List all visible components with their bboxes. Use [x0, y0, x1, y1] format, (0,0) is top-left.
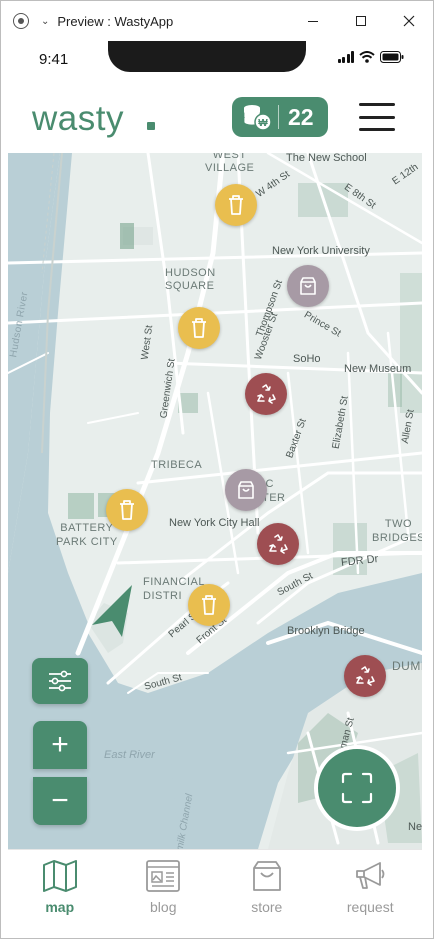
- chevron-down-icon[interactable]: ⌄: [41, 16, 49, 27]
- map-label-dumbo: DUMB: [392, 659, 422, 673]
- tab-label-map: map: [45, 899, 75, 915]
- tab-label-store: store: [251, 899, 283, 915]
- map-label-nyc-hall: New York City Hall: [169, 517, 260, 529]
- trash-icon: [202, 595, 216, 615]
- map-label-hudson-square: HUDSON SQUARE: [165, 267, 216, 292]
- map-marker-shop[interactable]: [225, 469, 267, 511]
- recycle-icon: [257, 384, 276, 404]
- map-label-ne: Ne: [408, 821, 422, 833]
- store-bag-icon: [252, 861, 281, 891]
- minus-icon: −: [51, 784, 69, 817]
- recycle-icon: [356, 666, 375, 686]
- zoom-in-button[interactable]: +: [33, 721, 87, 769]
- app-logo: wasty: [32, 99, 124, 138]
- signal-icon: [337, 51, 354, 63]
- map-marker-recycle[interactable]: [245, 373, 287, 415]
- recycle-icon: [269, 534, 288, 554]
- app-header: wasty ₩ 22: [8, 81, 422, 153]
- coin-divider: [278, 105, 279, 129]
- tab-map[interactable]: map: [8, 850, 112, 938]
- trash-icon: [192, 318, 206, 338]
- status-time: 9:41: [39, 51, 69, 68]
- wifi-icon: [359, 51, 375, 63]
- minimize-button[interactable]: [289, 1, 337, 41]
- hamburger-menu-button[interactable]: [359, 103, 395, 131]
- app-icon: [13, 13, 29, 29]
- phone-screen: 9:41 wasty ₩ 22 WEST VILLAGE The New Sch…: [8, 41, 422, 938]
- map-label-new-school: The New School: [286, 153, 367, 164]
- scan-button[interactable]: [314, 745, 400, 831]
- close-icon: [403, 15, 415, 27]
- map-label-east-river: East River: [104, 749, 155, 761]
- tab-label-request: request: [346, 899, 394, 915]
- zoom-out-button[interactable]: −: [33, 777, 87, 825]
- megaphone-icon: [356, 862, 385, 889]
- tab-request[interactable]: request: [319, 850, 423, 938]
- logo-dot: [147, 122, 155, 130]
- map-label-nyu: New York University: [272, 245, 370, 257]
- maximize-icon: [356, 16, 366, 26]
- plus-icon: +: [51, 728, 69, 761]
- map-label-two-bridges: TWO BRIDGES: [372, 518, 422, 544]
- window-titlebar: ⌄ Preview : WastyApp: [1, 1, 433, 41]
- map-view[interactable]: WEST VILLAGE The New School E 12th W 4th…: [8, 153, 422, 849]
- shopping-bag-icon: [300, 277, 316, 295]
- map-label-west-village: WEST VILLAGE: [205, 153, 255, 174]
- window-title: Preview : WastyApp: [57, 13, 174, 29]
- map-marker-shop[interactable]: [287, 265, 329, 307]
- status-bar: 9:41: [8, 41, 422, 81]
- shopping-bag-icon: [238, 481, 254, 499]
- map-marker-recycle[interactable]: [257, 523, 299, 565]
- tab-label-blog: blog: [150, 899, 177, 915]
- map-label-tribeca: TRIBECA: [151, 459, 203, 471]
- sliders-icon: [49, 670, 71, 692]
- notch: [108, 41, 306, 72]
- map-label-battery-park-city: BATTERY PARK CITY: [56, 522, 118, 548]
- trash-icon: [120, 500, 134, 520]
- tab-blog[interactable]: blog: [112, 850, 216, 938]
- tab-store[interactable]: store: [215, 850, 319, 938]
- trash-icon: [229, 195, 243, 215]
- map-label-new-museum: New Museum: [344, 363, 412, 375]
- coin-balance-button[interactable]: ₩ 22: [232, 97, 328, 137]
- battery-icon: [380, 51, 404, 63]
- filter-button[interactable]: [32, 658, 88, 704]
- minimize-icon: [308, 20, 318, 22]
- current-location-arrow-icon: [92, 585, 132, 637]
- map-label-soho: SoHo: [293, 353, 321, 365]
- map-marker-trash[interactable]: [178, 307, 220, 349]
- coin-count: 22: [288, 103, 314, 130]
- blog-icon: [146, 860, 181, 892]
- map-marker-trash[interactable]: [188, 584, 230, 626]
- coins-icon: ₩: [241, 101, 273, 133]
- maximize-button[interactable]: [337, 1, 385, 41]
- bottom-tab-bar: map blog store request: [8, 849, 422, 938]
- map-marker-recycle[interactable]: [344, 655, 386, 697]
- map-marker-trash[interactable]: [106, 489, 148, 531]
- close-button[interactable]: [385, 1, 433, 41]
- map-label-brooklyn-bridge: Brooklyn Bridge: [287, 625, 365, 637]
- map-marker-trash[interactable]: [215, 184, 257, 226]
- map-icon: [42, 860, 77, 892]
- scan-frame-icon: [341, 772, 373, 804]
- app-window: ⌄ Preview : WastyApp 9:41 wasty ₩ 22 WES…: [0, 0, 434, 939]
- svg-text:₩: ₩: [258, 118, 268, 129]
